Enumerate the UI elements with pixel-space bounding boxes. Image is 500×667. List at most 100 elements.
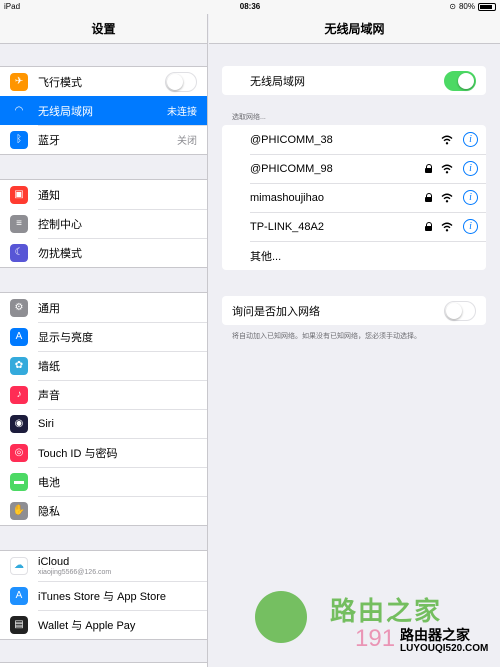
sidebar-item[interactable]: ≡ 控制中心 <box>0 209 207 238</box>
control-center-icon: ≡ <box>10 214 28 233</box>
lock-icon <box>425 222 433 231</box>
other-network-row[interactable]: 其他... <box>222 241 486 270</box>
sidebar-item[interactable]: ☁ iCloud xiaojing5566@126.com <box>0 551 207 581</box>
sidebar-item[interactable]: ♪ 声音 <box>0 380 207 409</box>
sidebar-item-label: 无线局域网 <box>38 105 93 118</box>
lock-icon <box>425 193 433 202</box>
sidebar-item-value: 未连接 <box>167 107 197 118</box>
sidebar-item-label: 显示与亮度 <box>38 331 93 344</box>
sidebar-item-label: 控制中心 <box>38 218 82 231</box>
siri-icon: ◉ <box>10 414 28 433</box>
ask-join-row: 询问是否加入网络 <box>222 296 486 325</box>
sidebar-item[interactable]: ✿ 墙纸 <box>0 351 207 380</box>
ask-join-caption: 将自动加入已知网络。如果没有已知网络，您必须手动选择。 <box>232 333 421 340</box>
choose-network-caption: 选取网络... <box>232 114 266 121</box>
airplane-icon: ✈ <box>10 72 28 91</box>
info-icon[interactable]: i <box>463 190 478 205</box>
network-name: @PHICOMM_98 <box>250 162 333 175</box>
gear-icon: ⚙ <box>10 298 28 317</box>
wifi-signal-icon <box>441 164 453 174</box>
battery-icon <box>478 2 496 11</box>
settings-group: ☁ iCloud xiaojing5566@126.com AiTunes Store… <box>0 550 207 640</box>
sidebar-item-label: Siri <box>38 417 54 430</box>
sidebar-item-label: 声音 <box>38 389 60 402</box>
app-store-icon: A <box>10 586 28 605</box>
wallet-icon: ▤ <box>10 615 28 634</box>
wifi-signal-icon <box>441 222 453 232</box>
clock: 08:36 <box>239 2 261 11</box>
network-row[interactable]: @PHICOMM_98 i <box>222 154 486 183</box>
wifi-toggle-row: 无线局域网 <box>222 66 486 95</box>
battery-percent: 80% <box>458 2 475 11</box>
status-bar: iPad 08:36 ⊙ 80% <box>0 0 500 14</box>
network-list: @PHICOMM_38 i @PHICOMM_98 i mimashoujihao i TP… <box>222 125 486 270</box>
sidebar-item-label: iTunes Store 与 App Store <box>38 590 166 603</box>
wallpaper-icon: ✿ <box>10 356 28 375</box>
sidebar-item[interactable]: ✈ 飞行模式 <box>0 67 207 96</box>
sidebar-item[interactable]: ◉ Siri <box>0 409 207 438</box>
wifi-label: 无线局域网 <box>250 75 305 88</box>
ask-join-label: 询问是否加入网络 <box>232 305 320 318</box>
sidebar-item[interactable]: ✉邮件 <box>0 663 207 667</box>
sidebar-item-label: 电池 <box>38 476 60 489</box>
sound-icon: ♪ <box>10 385 28 404</box>
wifi-toggle-card: 无线局域网 <box>222 66 486 95</box>
settings-sidebar: 设置 ✈ 飞行模式 ◠ 无线局域网 未连接 ᛒ 蓝牙 关闭 ▣ 通知 ≡ 控制中心 ☾ 勿扰模式 ⚙ 通用 A 显… <box>0 14 208 667</box>
network-name: mimashoujihao <box>250 191 324 204</box>
sidebar-item-label: 飞行模式 <box>38 76 82 89</box>
wifi-signal-icon <box>441 193 453 203</box>
info-icon[interactable]: i <box>463 161 478 176</box>
network-row[interactable]: mimashoujihao i <box>222 183 486 212</box>
sidebar-item[interactable]: ◠ 无线局域网 未连接 <box>0 96 207 125</box>
notifications-icon: ▣ <box>10 185 28 204</box>
sidebar-item[interactable]: AiTunes Store 与 App Store <box>0 581 207 610</box>
info-icon[interactable]: i <box>463 132 478 147</box>
other-network-label: 其他... <box>250 250 282 263</box>
settings-group: ▣ 通知 ≡ 控制中心 ☾ 勿扰模式 <box>0 179 207 268</box>
network-name: @PHICOMM_38 <box>250 133 333 146</box>
settings-group: ✈ 飞行模式 ◠ 无线局域网 未连接 ᛒ 蓝牙 关闭 <box>0 66 207 155</box>
settings-groups: ✈ 飞行模式 ◠ 无线局域网 未连接 ᛒ 蓝牙 关闭 ▣ 通知 ≡ 控制中心 ☾ 勿扰模式 ⚙ 通用 A 显示与亮… <box>0 66 207 667</box>
ask-join-card: 询问是否加入网络 <box>222 296 486 325</box>
sidebar-item[interactable]: ✋ 隐私 <box>0 496 207 525</box>
wifi-signal-icon <box>441 135 453 145</box>
sidebar-item[interactable]: ᛒ 蓝牙 关闭 <box>0 125 207 154</box>
sidebar-item-label: 通知 <box>38 189 60 202</box>
network-row[interactable]: @PHICOMM_38 i <box>222 125 486 154</box>
sidebar-item[interactable]: ▬ 电池 <box>0 467 207 496</box>
status-right: ⊙ 80% <box>449 2 496 11</box>
network-name: TP-LINK_48A2 <box>250 220 324 233</box>
sidebar-item-label: iCloud xiaojing5566@126.com <box>38 556 207 576</box>
sidebar-item-value: 关闭 <box>177 136 197 147</box>
ask-join-toggle[interactable] <box>444 300 476 321</box>
sidebar-item-label: 勿扰模式 <box>38 247 82 260</box>
sidebar-item-label: Wallet 与 Apple Pay <box>38 619 136 632</box>
wifi-icon: ◠ <box>10 101 28 120</box>
settings-group: ✉邮件 <box>0 662 207 667</box>
sidebar-item[interactable]: A 显示与亮度 <box>0 322 207 351</box>
fingerprint-icon: ◎ <box>10 443 28 462</box>
display-icon: A <box>10 327 28 346</box>
airplane-mode-toggle[interactable] <box>165 71 197 92</box>
lock-rotation-icon: ⊙ <box>449 2 456 11</box>
info-icon[interactable]: i <box>463 219 478 234</box>
sidebar-item[interactable]: ◎ Touch ID 与密码 <box>0 438 207 467</box>
settings-group: ⚙ 通用 A 显示与亮度 ✿ 墙纸 ♪ 声音 ◉ Siri ◎ Touch ID 与密码 ▬ 电池 ✋ 隐私 <box>0 292 207 526</box>
moon-icon: ☾ <box>10 243 28 262</box>
sidebar-item[interactable]: ☾ 勿扰模式 <box>0 238 207 267</box>
network-row[interactable]: TP-LINK_48A2 i <box>222 212 486 241</box>
sidebar-item[interactable]: ⚙ 通用 <box>0 293 207 322</box>
battery-icon: ▬ <box>10 472 28 491</box>
sidebar-item-sublabel: xiaojing5566@126.com <box>38 569 112 576</box>
sidebar-item[interactable]: ▣ 通知 <box>0 180 207 209</box>
sidebar-item-label: 隐私 <box>38 505 60 518</box>
detail-title: 无线局域网 <box>209 14 500 44</box>
cloud-icon: ☁ <box>10 557 28 575</box>
sidebar-item-label: Touch ID 与密码 <box>38 447 118 460</box>
sidebar-item[interactable]: ▤ Wallet 与 Apple Pay <box>0 610 207 639</box>
sidebar-title: 设置 <box>0 14 207 44</box>
wifi-toggle[interactable] <box>444 70 476 91</box>
sidebar-item-label: 蓝牙 <box>38 134 60 147</box>
wifi-detail-panel: 无线局域网 无线局域网 选取网络... @PHICOMM_38 i @PHICOMM… <box>209 14 500 667</box>
lock-icon <box>425 164 433 173</box>
